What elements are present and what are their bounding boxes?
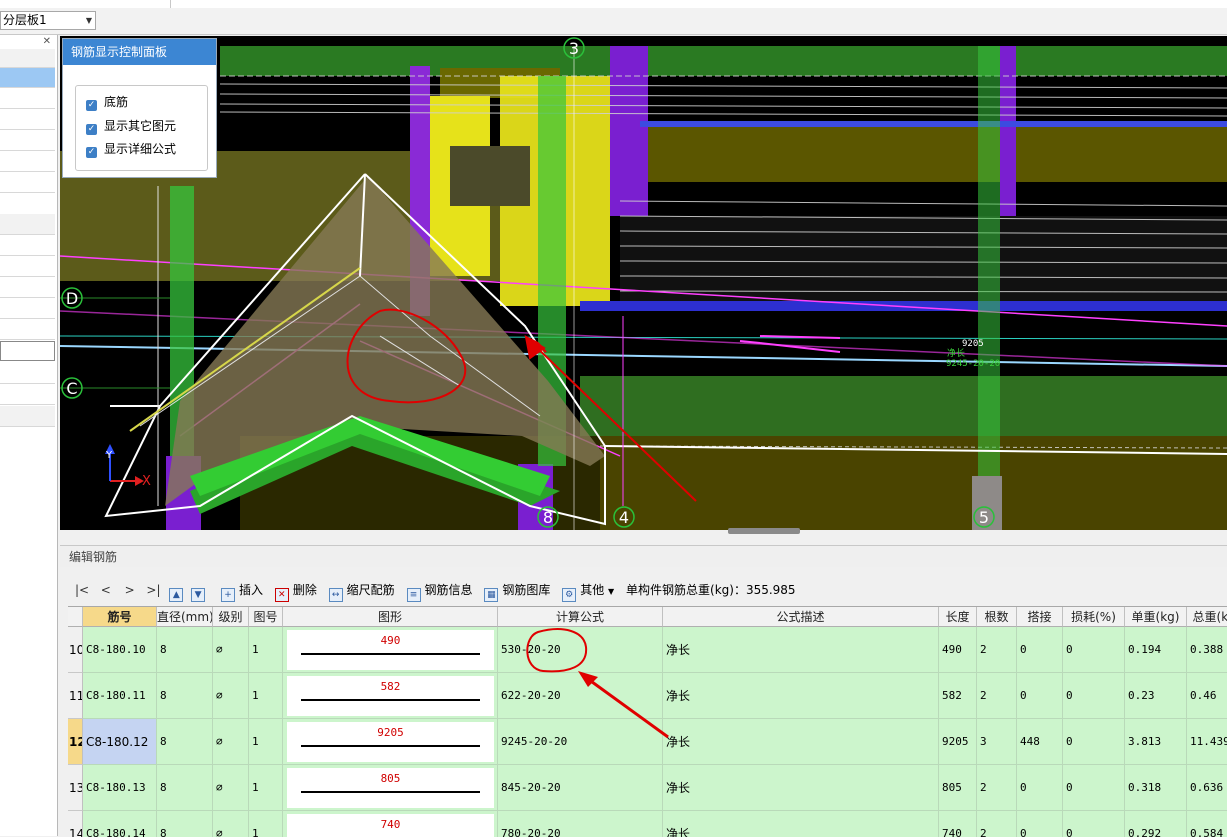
document-icon: ≡ xyxy=(406,588,421,602)
left-panel-item[interactable] xyxy=(0,384,55,405)
delete-button[interactable]: ✕ 删除 xyxy=(274,577,317,603)
left-panel-item[interactable] xyxy=(0,88,55,109)
axis-label-5: 5 xyxy=(979,508,989,527)
left-panel-item[interactable] xyxy=(0,130,55,151)
checkbox-checked-icon[interactable]: ✓ xyxy=(86,124,97,135)
chevron-down-icon: ▼ xyxy=(608,587,615,596)
left-panel-item[interactable] xyxy=(0,298,55,319)
rebar-table: 筋号 直径(mm) 级别 图号 图形 计算公式 公式描述 长度 根数 搭接 损耗… xyxy=(68,606,1227,837)
option-show-other-elements[interactable]: ✓ 显示其它图元 xyxy=(86,116,176,136)
annotation-formula: 9245-20-20 xyxy=(946,359,1000,369)
chevron-down-icon[interactable]: ▼ xyxy=(86,12,92,29)
library-icon: ▦ xyxy=(484,588,499,602)
axis-y-label: Y xyxy=(105,450,113,461)
left-panel-item[interactable] xyxy=(0,235,55,256)
left-panel-item[interactable] xyxy=(0,109,55,130)
control-panel-title: 钢筋显示控制面板 xyxy=(63,39,216,65)
gear-icon: ⚙ xyxy=(562,588,577,602)
left-side-panel: ✕ xyxy=(0,35,58,836)
move-down-button[interactable]: ▼ xyxy=(191,577,209,603)
left-panel-section xyxy=(0,406,55,427)
checkbox-checked-icon[interactable]: ✓ xyxy=(86,100,97,111)
left-panel-input[interactable] xyxy=(0,341,55,361)
axis-label-d: D xyxy=(66,289,78,308)
insert-icon: + xyxy=(220,588,235,602)
arrow-up-icon: ▲ xyxy=(169,588,184,602)
left-panel-item[interactable] xyxy=(0,256,55,277)
axis-label-c: C xyxy=(66,379,77,398)
insert-button[interactable]: + 插入 xyxy=(220,577,263,603)
layer-select[interactable]: 分层板1 ▼ xyxy=(0,11,96,30)
option-show-detail-formula[interactable]: ✓ 显示详细公式 xyxy=(86,139,176,159)
edit-rebar-panel-title: 编辑钢筋 xyxy=(60,545,1227,567)
rebar-3d-viewport[interactable]: 3 4 5 D C 8 9205 净长 9245-20-20 X Y xyxy=(60,36,1227,530)
left-panel-item[interactable] xyxy=(0,363,55,384)
layer-select-value: 分层板1 xyxy=(3,13,47,27)
left-panel-item[interactable] xyxy=(0,151,55,172)
rebar-annotation: 9205 净长 9245-20-20 xyxy=(739,335,1000,369)
ruler-icon: ↔ xyxy=(328,588,343,602)
coord-axes-icon: X Y xyxy=(105,444,151,489)
nav-next-button[interactable]: > xyxy=(122,577,138,603)
checkbox-checked-icon[interactable]: ✓ xyxy=(86,147,97,158)
axis-label-8: 8 xyxy=(543,508,553,527)
rebar-display-control-panel: 钢筋显示控制面板 ✓ 底筋 ✓ 显示其它图元 ✓ 显示详细公式 xyxy=(62,38,217,178)
annotation-value: 9205 xyxy=(962,339,984,349)
move-up-button[interactable]: ▲ xyxy=(169,577,187,603)
axis-x-label: X xyxy=(142,474,151,489)
table-red-markup xyxy=(526,628,669,739)
close-icon[interactable]: ✕ xyxy=(43,36,51,47)
other-menu-button[interactable]: ⚙ 其他 ▼ xyxy=(562,577,614,605)
rebar-info-button[interactable]: ≡ 钢筋信息 xyxy=(406,577,473,603)
arrow-down-icon: ▼ xyxy=(191,588,206,602)
left-panel-item[interactable] xyxy=(0,172,55,193)
left-panel-item[interactable] xyxy=(0,319,55,340)
rebar-library-button[interactable]: ▦ 钢筋图库 xyxy=(484,577,550,603)
nav-prev-button[interactable]: < xyxy=(98,577,114,603)
left-panel-section xyxy=(0,214,55,235)
viewport-scene: 3 4 5 D C 8 9205 净长 9245-20-20 X Y xyxy=(60,37,1227,530)
delete-icon: ✕ xyxy=(274,588,289,602)
splitter-handle[interactable] xyxy=(728,528,800,534)
layer-toolbar: 分层板1 ▼ xyxy=(0,8,1227,35)
left-panel-header xyxy=(0,49,55,68)
axis-label-4: 4 xyxy=(619,508,629,527)
annotation-desc: 净长 xyxy=(947,347,965,359)
left-panel-item[interactable] xyxy=(0,277,55,298)
scale-rebar-button[interactable]: ↔ 缩尺配筋 xyxy=(328,577,395,603)
rebar-toolbar: |< < > >| ▲ ▼ + 插入 ✕ 删除 ↔ 缩尺配筋 ≡ 钢筋信息 ▦ 钢筋图库 … xyxy=(60,577,1227,603)
total-weight-label: 单构件钢筋总重(kg)：355.985 xyxy=(626,583,796,597)
nav-last-button[interactable]: >| xyxy=(145,577,161,603)
left-panel-item-selected[interactable] xyxy=(0,68,55,88)
nav-first-button[interactable]: |< xyxy=(74,577,90,603)
control-panel-options: ✓ 底筋 ✓ 显示其它图元 ✓ 显示详细公式 xyxy=(75,85,208,171)
option-bottom-rebar[interactable]: ✓ 底筋 xyxy=(86,92,128,112)
axis-label-3: 3 xyxy=(569,39,579,58)
title-divider xyxy=(170,0,171,8)
